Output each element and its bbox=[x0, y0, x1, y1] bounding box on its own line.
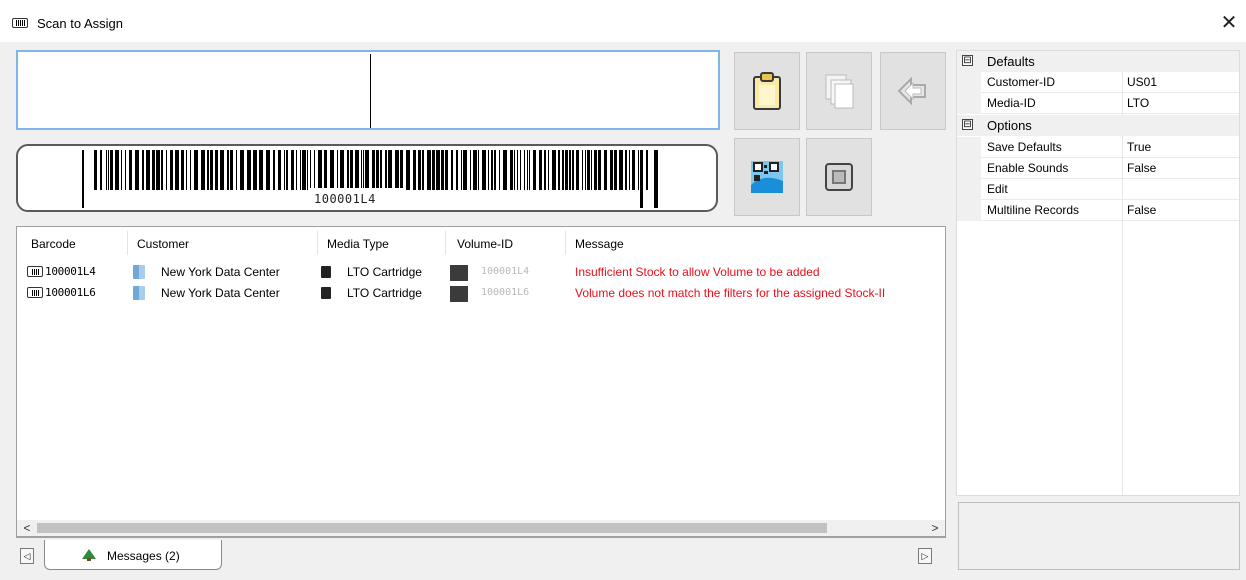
category-options[interactable]: ⊟ Options bbox=[957, 115, 1239, 136]
cell-volume-id: 100001L6 bbox=[481, 287, 530, 298]
property-save-defaults[interactable]: Save Defaults True bbox=[957, 137, 1239, 158]
tab-label: Messages (2) bbox=[107, 549, 180, 563]
barcode-display: 100001L4 bbox=[16, 144, 718, 212]
scroll-left-icon[interactable]: < bbox=[19, 520, 35, 536]
tree-icon bbox=[82, 549, 96, 561]
property-value[interactable]: False bbox=[1127, 161, 1156, 175]
property-description-panel bbox=[958, 502, 1240, 570]
property-name: Media-ID bbox=[987, 96, 1036, 110]
category-label: Options bbox=[987, 118, 1032, 133]
qr-code-icon bbox=[751, 161, 783, 193]
cell-message: Volume does not match the filters for th… bbox=[575, 286, 886, 300]
datacenter-icon bbox=[133, 286, 145, 300]
volume-icon bbox=[450, 265, 468, 281]
text-caret bbox=[370, 54, 371, 128]
cell-barcode: 100001L6 bbox=[45, 286, 96, 299]
volume-icon bbox=[450, 286, 468, 302]
copy-button[interactable] bbox=[806, 52, 872, 130]
property-value[interactable]: False bbox=[1127, 203, 1156, 217]
cell-customer: New York Data Center bbox=[161, 265, 280, 279]
back-button[interactable] bbox=[880, 52, 946, 130]
tab-prev-icon[interactable]: ◁ bbox=[20, 548, 34, 564]
tab-strip: ◁ Messages (2) ▷ bbox=[16, 540, 946, 570]
collapse-icon[interactable]: ⊟ bbox=[962, 55, 973, 66]
window-title: Scan to Assign bbox=[37, 16, 123, 31]
property-value[interactable]: True bbox=[1127, 140, 1151, 154]
paste-button[interactable] bbox=[734, 52, 800, 130]
arrow-left-icon bbox=[897, 76, 926, 106]
category-defaults[interactable]: ⊟ Defaults bbox=[957, 51, 1239, 72]
title-bar: Scan to Assign ✕ bbox=[0, 0, 1246, 42]
column-message[interactable]: Message bbox=[575, 237, 624, 251]
property-name: Multiline Records bbox=[987, 203, 1080, 217]
column-barcode[interactable]: Barcode bbox=[31, 237, 76, 251]
cartridge-icon bbox=[321, 287, 331, 299]
barcode-text: 100001L4 bbox=[314, 192, 376, 206]
horizontal-scrollbar[interactable]: < > bbox=[16, 520, 946, 537]
category-label: Defaults bbox=[987, 54, 1035, 69]
stop-square-icon bbox=[825, 163, 853, 191]
property-edit[interactable]: Edit bbox=[957, 179, 1239, 200]
tab-messages[interactable]: Messages (2) bbox=[44, 540, 222, 570]
property-value[interactable]: US01 bbox=[1127, 75, 1157, 89]
messages-grid: Barcode Customer Media Type Volume-ID Me… bbox=[16, 226, 946, 538]
cell-media-type: LTO Cartridge bbox=[347, 286, 422, 300]
qr-scan-button[interactable] bbox=[734, 138, 800, 216]
scroll-thumb[interactable] bbox=[37, 523, 827, 533]
property-grid: ⊟ Defaults Customer-ID US01 Media-ID LTO… bbox=[956, 50, 1240, 496]
cell-volume-id: 100001L4 bbox=[481, 266, 530, 277]
column-media-type[interactable]: Media Type bbox=[327, 237, 389, 251]
collapse-icon[interactable]: ⊟ bbox=[962, 119, 973, 130]
property-name: Save Defaults bbox=[987, 140, 1062, 154]
cell-customer: New York Data Center bbox=[161, 286, 280, 300]
scroll-right-icon[interactable]: > bbox=[927, 520, 943, 536]
property-multiline-records[interactable]: Multiline Records False bbox=[957, 200, 1239, 221]
grid-header: Barcode Customer Media Type Volume-ID Me… bbox=[17, 227, 945, 257]
property-name: Customer-ID bbox=[987, 75, 1056, 89]
cartridge-icon bbox=[321, 266, 331, 278]
cell-barcode: 100001L4 bbox=[45, 265, 96, 278]
table-row[interactable]: 100001L6 New York Data Center LTO Cartri… bbox=[17, 285, 945, 303]
close-button[interactable]: ✕ bbox=[1216, 10, 1242, 36]
barcode-icon bbox=[27, 287, 43, 298]
property-customer-id[interactable]: Customer-ID US01 bbox=[957, 72, 1239, 93]
column-customer[interactable]: Customer bbox=[137, 237, 189, 251]
copy-icon bbox=[825, 74, 854, 109]
cell-media-type: LTO Cartridge bbox=[347, 265, 422, 279]
stop-button[interactable] bbox=[806, 138, 872, 216]
barcode-icon bbox=[27, 266, 43, 277]
datacenter-icon bbox=[133, 265, 145, 279]
property-name: Edit bbox=[987, 182, 1008, 196]
property-value[interactable]: LTO bbox=[1127, 96, 1149, 110]
scan-input[interactable] bbox=[16, 50, 720, 130]
cell-message: Insufficient Stock to allow Volume to be… bbox=[575, 265, 820, 279]
tab-next-icon[interactable]: ▷ bbox=[918, 548, 932, 564]
clipboard-icon bbox=[753, 72, 781, 110]
barcode-icon bbox=[12, 18, 28, 28]
column-volume-id[interactable]: Volume-ID bbox=[457, 237, 513, 251]
property-enable-sounds[interactable]: Enable Sounds False bbox=[957, 158, 1239, 179]
property-media-id[interactable]: Media-ID LTO bbox=[957, 93, 1239, 114]
table-row[interactable]: 100001L4 New York Data Center LTO Cartri… bbox=[17, 264, 945, 282]
property-name: Enable Sounds bbox=[987, 161, 1069, 175]
